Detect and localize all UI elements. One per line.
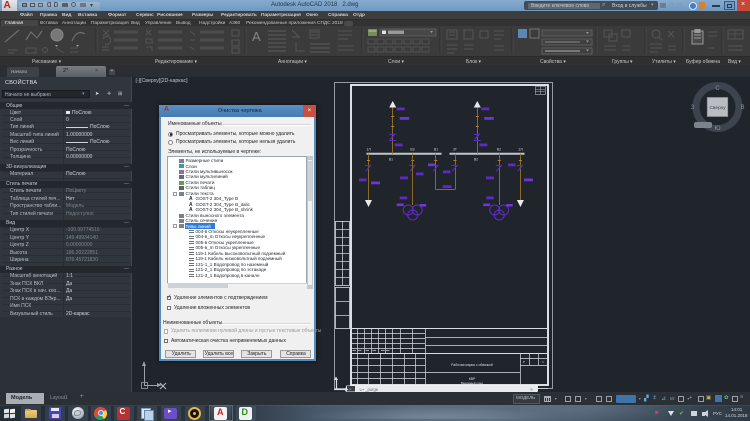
svg-text:В1: В1: [389, 158, 393, 162]
svg-text:Ю: Ю: [714, 126, 720, 132]
svg-text:Р: Р: [523, 360, 525, 364]
svg-text:Сверху: Сверху: [709, 105, 726, 111]
svg-text:В2: В2: [497, 148, 501, 152]
svg-text:Рабочая марка с обвязкой: Рабочая марка с обвязкой: [451, 363, 493, 367]
svg-text:В3: В3: [410, 148, 414, 152]
svg-text:A: A: [252, 29, 261, 44]
svg-text:Вводимый след: Вводимый след: [461, 381, 483, 385]
svg-text:2Л: 2Л: [518, 148, 522, 152]
svg-text:3Т: 3Т: [453, 148, 457, 152]
svg-text:В1: В1: [434, 148, 438, 152]
svg-text:С: С: [715, 86, 720, 92]
svg-text:1Л: 1Л: [366, 148, 370, 152]
svg-text:З: З: [691, 105, 695, 111]
svg-text:В2: В2: [474, 158, 478, 162]
svg-text:1: 1: [542, 360, 544, 364]
svg-text:В: В: [740, 105, 744, 111]
